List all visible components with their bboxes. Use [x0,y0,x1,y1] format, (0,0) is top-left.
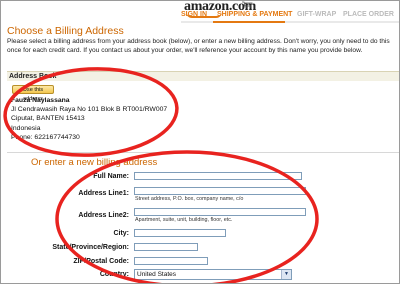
city-label: City: [113,230,129,237]
page-title: Choose a Billing Address [7,25,124,37]
step-gift-wrap: GIFT-WRAP [297,11,337,18]
intro-text: Please select a billing address from you… [7,38,390,54]
full-name-input[interactable] [134,172,302,180]
saved-address-country: Indonesia [11,124,41,132]
address-book-heading: Address Book [7,71,399,81]
checkout-steps: SIGN IN SHIPPING & PAYMENT GIFT-WRAP PLA… [1,11,399,21]
state-label: State/Province/Region: [52,244,129,251]
country-select[interactable]: United States ▼ [134,269,292,280]
cart-icon [242,1,253,8]
steps-progress-active [213,21,285,23]
saved-address-line2: Ciputat, BANTEN 15413 [11,115,85,123]
section-divider [7,152,399,153]
saved-address-phone: Phone: 622167744730 [11,133,80,141]
saved-address-line1: Jl Cendrawasih Raya No 101 Blok B RT001/… [11,106,168,114]
country-label: Country: [99,271,129,278]
zip-label: ZIP/Postal Code: [73,258,129,265]
chevron-down-icon: ▼ [281,270,291,279]
address-line1-label: Address Line1: [78,190,129,197]
step-shipping-payment: SHIPPING & PAYMENT [217,11,293,18]
address-line1-input[interactable] [134,187,306,195]
address-line1-hint: Street address, P.O. box, company name, … [135,196,244,202]
zip-input[interactable] [134,257,208,265]
step-place-order: PLACE ORDER [343,11,394,18]
city-input[interactable] [134,229,226,237]
saved-address: Fauza Naylassana Jl Cendrawasih Raya No … [11,96,167,142]
step-sign-in: SIGN IN [181,11,208,18]
address-line2-input[interactable] [134,208,306,216]
full-name-label: Full Name: [93,173,129,180]
address-line2-hint: Apartment, suite, unit, building, floor,… [135,217,233,223]
address-line2-label: Address Line2: [78,212,129,219]
use-this-address-button[interactable]: Use this address [12,85,54,102]
saved-address-name: Fauza Naylassana [11,97,70,104]
checkout-page: amazon.com SIGN IN SHIPPING & PAYMENT GI… [0,0,400,284]
new-address-heading: Or enter a new billing address [31,157,158,168]
state-input[interactable] [134,243,198,251]
country-select-value: United States [137,271,177,278]
